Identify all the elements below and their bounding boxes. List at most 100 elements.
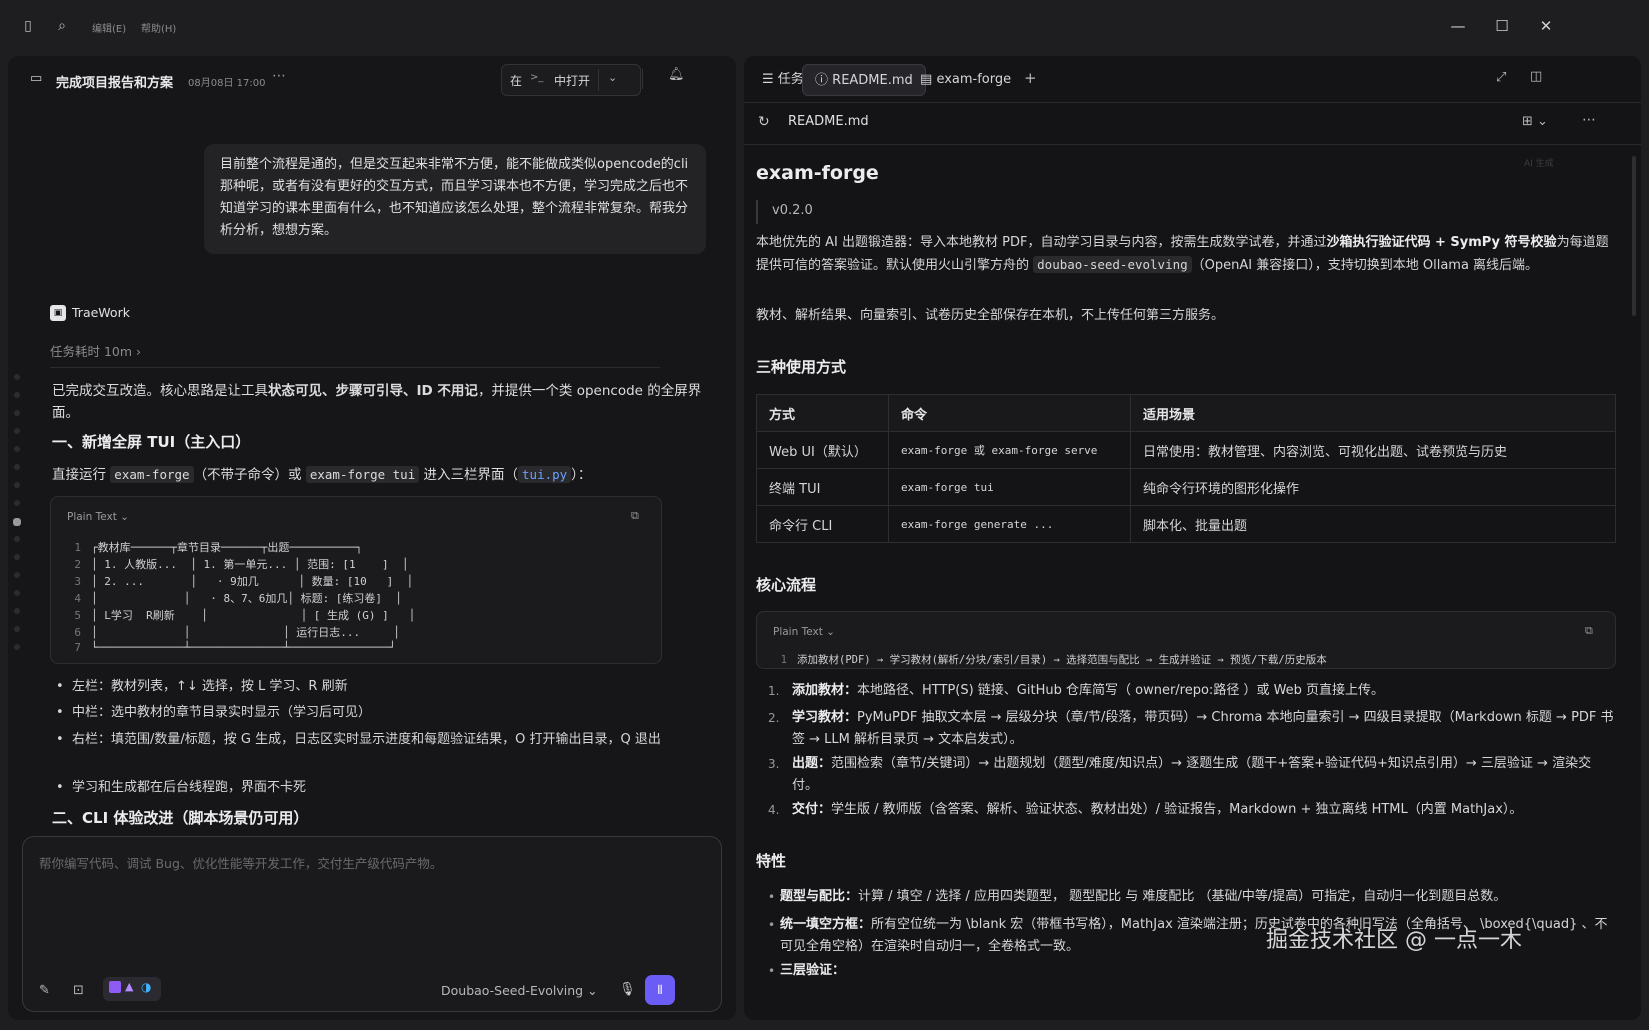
scroll-marker[interactable] — [14, 464, 20, 470]
task-time[interactable]: 任务耗时 10m › — [50, 341, 141, 360]
microphone-icon[interactable]: 🎙︎ — [619, 982, 636, 997]
feature-item: • 三层验证： — [768, 963, 846, 978]
flow-lang-label[interactable]: Plain Text ⌄ — [773, 626, 835, 638]
panel-icon[interactable]: ◫ — [1530, 69, 1542, 84]
open-in-button[interactable]: 在 >_ 中打开 ⌄ — [501, 64, 641, 96]
usage-table: 方式 命令 适用场景 Web UI（默认） exam-forge 或 exam-for… — [756, 394, 1616, 543]
divider — [50, 367, 660, 368]
table-cell: 纯命令行环境的图形化操作 — [1130, 468, 1616, 506]
scroll-marker[interactable] — [14, 428, 20, 434]
scroll-marker[interactable] — [14, 500, 20, 506]
bullet-item: 中栏：选中教材的章节目录实时显示（学习后可见） — [56, 702, 696, 724]
traework-logo-icon: ▣ — [50, 305, 66, 321]
chat-header: ▭ 完成项目报告和方案 08月08日 17:00 ⋯ 在 >_ 中打开 ⌄ 🔔︎ — [8, 56, 736, 104]
chat-input-box[interactable]: 帮你编写代码、调试 Bug、优化性能等开发工作，交付生产级代码产物。 ✎ ⊡ ▲… — [22, 836, 722, 1012]
scroll-marker[interactable] — [14, 572, 20, 578]
privacy-paragraph: 教材、解析结果、向量索引、试卷历史全部保存在本机，不上传任何第三方服务。 — [756, 308, 1225, 323]
scroll-marker[interactable] — [14, 446, 20, 452]
scroll-marker[interactable] — [14, 410, 20, 416]
list-icon: ☰ — [762, 72, 774, 87]
code-line: 4 │ │ · 8、7、6加几│ 标题: [练习卷] │ — [74, 592, 402, 605]
feature-item: • 题型与配比：计算 / 填空 / 选择 / 应用四类题型， 题型配比 与 难度配… — [768, 889, 1507, 904]
scroll-marker[interactable] — [14, 644, 20, 650]
chat-title: 完成项目报告和方案 — [56, 76, 174, 91]
chat-input[interactable]: 帮你编写代码、调试 Bug、优化性能等开发工作，交付生产级代码产物。 — [39, 853, 442, 872]
table-row: Web UI（默认） exam-forge 或 exam-forge serve 日… — [756, 431, 1616, 469]
maximize-icon[interactable]: ☐ — [1490, 14, 1514, 38]
view-mode-icon[interactable]: ⊞ ⌄ — [1522, 114, 1548, 129]
edit-icon[interactable]: ✎ — [39, 983, 50, 998]
table-row: 终端 TUI exam-forge tui 纯命令行环境的图形化操作 — [756, 468, 1616, 506]
copy-icon[interactable]: ⧉ — [631, 509, 645, 523]
scroll-marker[interactable] — [14, 374, 20, 380]
scroll-marker[interactable] — [14, 608, 20, 614]
scroll-marker[interactable] — [14, 554, 20, 560]
pin-icon[interactable]: 🔔︎ — [668, 67, 685, 82]
swirl-icon: ◑ — [141, 980, 152, 994]
ai-generated-badge: AI 生成 — [1524, 159, 1554, 169]
info-icon: ⓘ — [815, 73, 829, 88]
code-line: 2 │ 1. 人教版... │ 1. 第一单元... │ 范围: [1 ] │ — [74, 558, 409, 571]
scroll-marker[interactable] — [13, 518, 21, 526]
voice-send-button[interactable]: ⦀ — [645, 975, 675, 1005]
menu-help[interactable]: 帮助(H) — [141, 20, 176, 35]
scroll-marker[interactable] — [14, 536, 20, 542]
flow-step: 3. 出题：范围检索（章节/关键词）→ 出题规划（题型/难度/知识点）→ 逐题生成… — [768, 756, 1592, 793]
sidebar-toggle-icon[interactable]: ▯ — [18, 16, 38, 36]
code-line: 5 │ L学习 R刷新 │ │ [ 生成 (G) ] │ — [74, 609, 416, 622]
scrollbar[interactable] — [1632, 156, 1636, 316]
add-tab-icon[interactable]: + — [1024, 69, 1037, 87]
code-lang-label[interactable]: Plain Text ⌄ — [67, 511, 129, 523]
heading-features: 特性 — [756, 852, 787, 870]
chevron-down-icon[interactable]: ⌄ — [608, 71, 617, 84]
menu-edit[interactable]: 编辑(E) — [92, 20, 126, 35]
file-name: README.md — [788, 114, 869, 129]
table-cell: 脚本化、批量出题 — [1130, 505, 1616, 543]
more-options-icon[interactable]: ⋯ — [1582, 112, 1596, 128]
heading-flow: 核心流程 — [756, 576, 817, 594]
code-line: 3 │ 2. ... │ · 9加几 │ 数量: [10 ] │ — [74, 575, 414, 588]
chat-date: 08月08日 17:00 — [188, 78, 266, 89]
minimize-icon[interactable]: — — [1446, 14, 1470, 38]
flow-step: 1. 添加教材：本地路径、HTTP(S) 链接、GitHub 仓库简写（ owne… — [768, 683, 1385, 698]
scroll-marker[interactable] — [14, 392, 20, 398]
bullet-item: 右栏：填范围/数量/标题，按 G 生成，日志区实时显示进度和每题验证结果，O 打… — [56, 729, 696, 751]
version: v0.2.0 — [772, 203, 813, 218]
search-icon[interactable]: ⌕ — [52, 16, 72, 36]
table-cell: exam-forge tui — [888, 468, 1131, 506]
model-selector[interactable]: Doubao-Seed-Evolving ⌄ — [441, 983, 598, 998]
flow-step: 4. 交付：学生版 / 教师版（含答案、解析、验证状态、教材出处）/ 验证报告，M… — [768, 802, 1523, 817]
scroll-marker[interactable] — [14, 482, 20, 488]
scroll-marker[interactable] — [14, 590, 20, 596]
table-cell: exam-forge 或 exam-forge serve — [888, 431, 1131, 469]
table-cell: 日常使用：教材管理、内容浏览、可视化出题、试卷预览与历史 — [1130, 431, 1616, 469]
table-cell: 终端 TUI — [756, 468, 889, 506]
chat-pane: ▭ 完成项目报告和方案 08月08日 17:00 ⋯ 在 >_ 中打开 ⌄ 🔔︎… — [8, 56, 736, 1020]
table-cell: 命令行 CLI — [756, 505, 889, 543]
readme-title: exam-forge — [756, 162, 879, 184]
code-line: 6 │ │ │ 运行日志... │ — [74, 626, 400, 639]
close-icon[interactable]: ✕ — [1534, 14, 1558, 38]
flow-line: 添加教材(PDF) → 学习教材(解析/分块/索引/目录) → 选择范围与配比 … — [797, 654, 1327, 666]
heading-usage: 三种使用方式 — [756, 358, 847, 376]
flow-code-block: Plain Text ⌄ ⧉ 1 添加教材(PDF) → 学习教材(解析/分块/索… — [756, 611, 1616, 669]
scroll-marker[interactable] — [14, 626, 20, 632]
flow-step: 2. 学习教材：PyMuPDF 抽取文本层 → 层级分块（章/节/段落，带页码）→… — [768, 710, 1614, 747]
bullet-item: 左栏：教材列表，↑↓ 选择，按 L 学习、R 刷新 — [56, 676, 696, 698]
copy-icon[interactable]: ⧉ — [1585, 624, 1599, 638]
code-line: 1 ┌教材库──────┬章节目录──────┬出题──────────┐ — [74, 541, 363, 554]
image-icon[interactable]: ⊡ — [73, 983, 84, 998]
more-icon[interactable]: ⋯ — [272, 68, 286, 84]
expand-icon[interactable]: ⤢ — [1496, 70, 1506, 85]
title-bar: ▯ ⌕ 编辑(E) 帮助(H) — ☐ ✕ — [0, 0, 1649, 52]
code-block: Plain Text ⌄ ⧉ 1 ┌教材库──────┬章节目录──────┬出题… — [50, 496, 662, 664]
refresh-icon[interactable]: ↻ — [758, 114, 770, 130]
intro-paragraph: 本地优先的 AI 出题锻造器：导入本地教材 PDF，自动学习目录与内容，按需生成… — [756, 235, 1609, 273]
tools-button[interactable]: ▲ ◑ — [103, 977, 161, 1001]
terminal-icon: >_ — [530, 72, 544, 83]
video-icon — [109, 981, 121, 993]
tui-link[interactable]: tui.py — [518, 466, 572, 483]
picture-icon: ▲ — [125, 980, 134, 993]
tab-exam-forge[interactable]: ▤ exam-forge — [908, 64, 1023, 96]
watermark: 掘金技术社区 @ 一点一木 — [1266, 928, 1522, 953]
